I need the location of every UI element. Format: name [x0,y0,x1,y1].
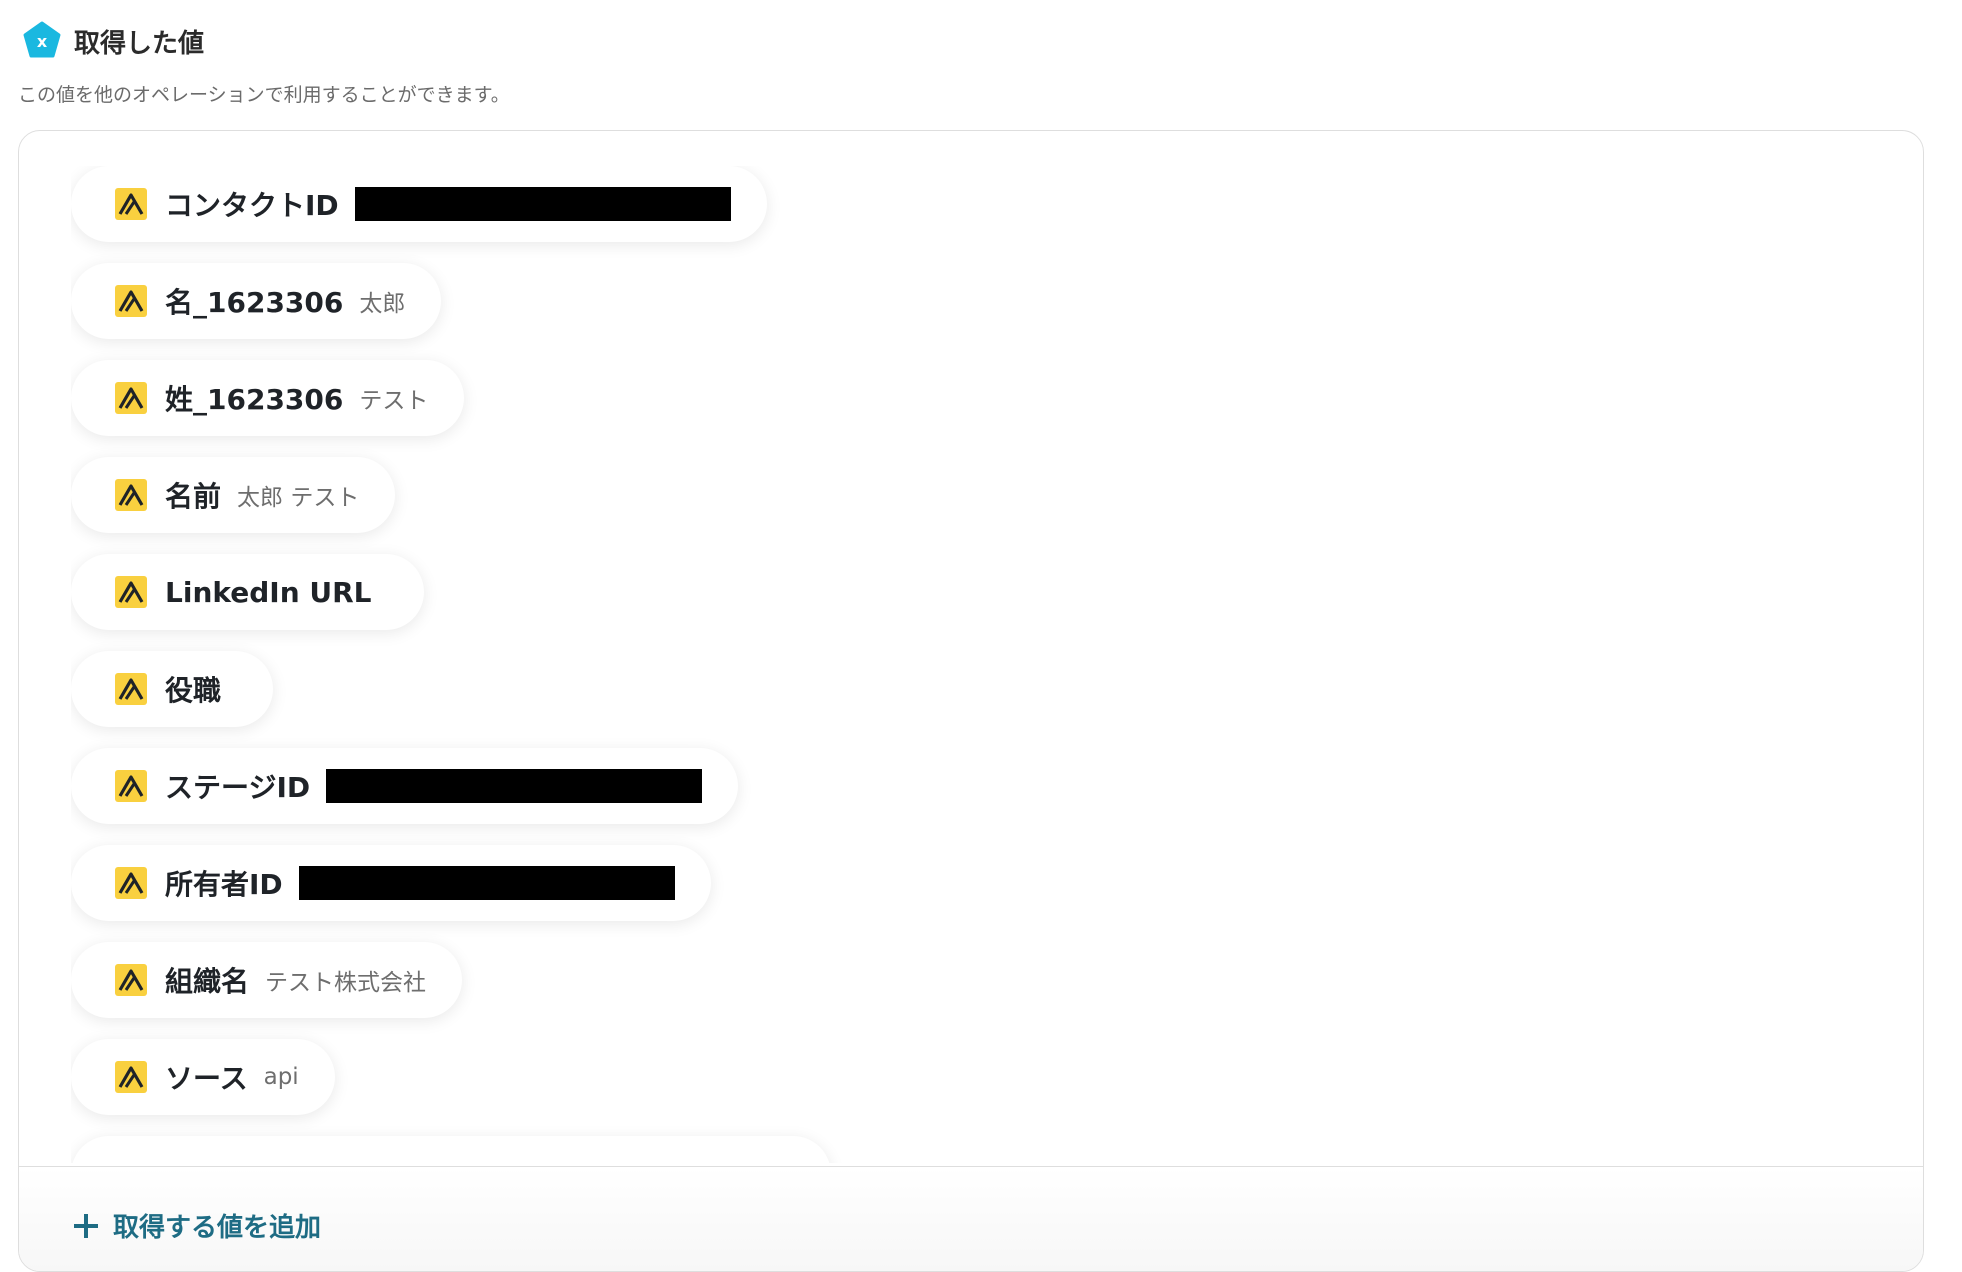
add-value-label: 取得する値を追加 [113,1213,322,1243]
app-logo-icon [115,285,147,317]
value-chip[interactable]: ステージID [71,748,739,824]
value-chip-value: テスト株式会社 [265,970,427,996]
app-logo-icon [115,479,147,511]
app-logo-icon [115,1061,147,1093]
add-value-button[interactable]: 取得する値を追加 [73,1207,321,1244]
app-logo-icon [115,964,147,996]
value-chip-label: 名前 [165,480,222,513]
redacted-value [326,769,703,803]
value-chip[interactable]: 姓_1623306 テスト [71,360,465,436]
value-chip-label: 名_1623306 [165,286,344,319]
value-chip-label: 姓_1623306 [165,383,344,416]
value-chip[interactable]: 所有者ID [71,845,711,921]
values-list[interactable]: コンタクトID 名_1623306 太郎 姓_1623306 テスト 名前 太郎 テスト Li… [71,166,1923,1163]
section-title: 取得した値 [74,28,205,59]
value-chip[interactable]: 役職 [71,651,274,727]
section-header: x 取得した値 [22,20,204,62]
app-logo-icon [115,188,147,220]
value-chip[interactable]: 組織名 テスト株式会社 [71,942,463,1018]
redacted-value [354,187,731,221]
variable-x-icon: x [23,21,61,58]
panel-footer: 取得する値を追加 [19,1166,1923,1271]
value-chip[interactable]: LinkedIn URL [71,554,424,630]
value-chip-label: ステージID [165,771,311,804]
values-panel: コンタクトID 名_1623306 太郎 姓_1623306 テスト 名前 太郎 テスト Li… [18,130,1924,1272]
section-description: この値を他のオペレーションで利用することができます。 [18,84,510,106]
value-chip[interactable]: 名前 太郎 テスト [71,457,396,533]
value-chip-label: 所有者ID [165,868,283,901]
value-chip[interactable]: ソース api [71,1039,335,1115]
app-logo-icon [115,770,147,802]
value-chip-value: 太郎 [359,291,406,317]
plus-icon [74,1213,98,1238]
app-logo-icon [115,673,147,705]
value-chip[interactable]: コンタクトID [71,166,767,242]
value-chip-value: 太郎 テスト [237,485,360,511]
value-chip-label: コンタクトID [165,189,339,222]
value-chip-value: テスト [359,388,429,414]
value-chip[interactable]: 名_1623306 太郎 [71,263,442,339]
value-chip-partial[interactable] [71,1136,831,1163]
value-chip-value: api [263,1064,299,1090]
value-chip-label: ソース [165,1062,248,1095]
value-chip-label: 組織名 [165,965,250,998]
app-logo-icon [115,867,147,899]
app-logo-icon [115,576,147,608]
svg-text:x: x [37,32,48,51]
app-logo-icon [115,382,147,414]
value-chip-label: LinkedIn URL [165,575,372,609]
value-chip-label: 役職 [165,674,222,707]
redacted-value [298,866,675,900]
